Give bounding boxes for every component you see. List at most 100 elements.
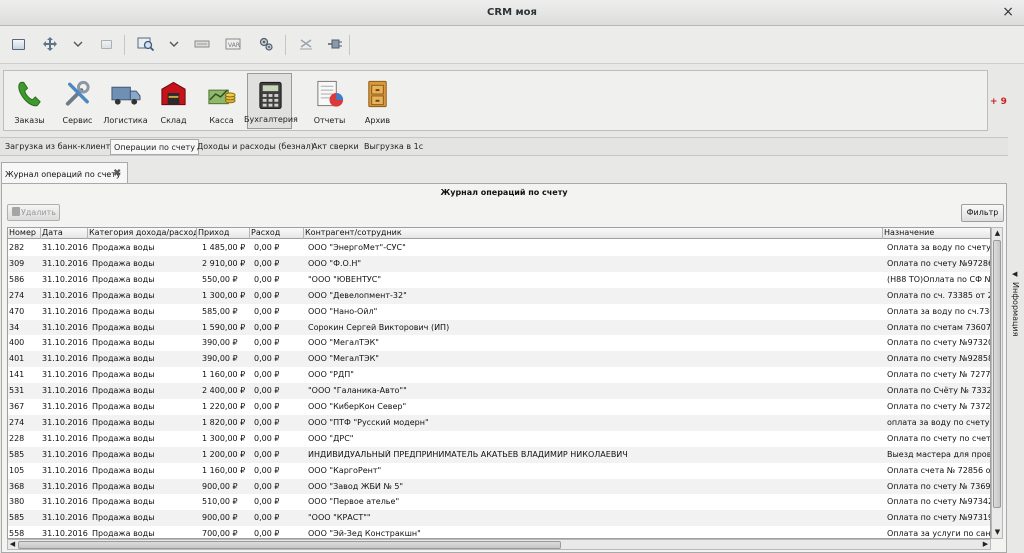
scroll-up-icon[interactable]: ▲ <box>993 229 1002 238</box>
table-row[interactable]: 105 31.10.2016 Продажа воды 1 160,00 ₽ 0,00 … <box>8 463 990 479</box>
subtab-account-operations[interactable]: Операции по счету <box>110 139 199 155</box>
plugin-icon[interactable] <box>326 35 344 53</box>
column-header[interactable]: Дата <box>41 228 88 239</box>
table-row[interactable]: 531 31.10.2016 Продажа воды 2 400,00 ₽ 0,00 … <box>8 383 990 399</box>
table-cell: 31.10.2016 <box>42 258 88 268</box>
table-cell: Продажа воды <box>92 258 155 268</box>
table-row[interactable]: 282 31.10.2016 Продажа воды 1 485,00 ₽ 0,00 … <box>8 240 990 256</box>
module-service[interactable]: Сервис <box>55 73 100 129</box>
toolbar-separator <box>349 35 350 55</box>
column-header[interactable]: Расход <box>250 228 304 239</box>
chevron-down-icon[interactable] <box>69 35 87 53</box>
close-tab-icon[interactable]: ✖ <box>113 168 121 179</box>
close-icon[interactable]: × <box>1002 5 1014 19</box>
subtab-reconciliation[interactable]: Акт сверки <box>309 139 362 155</box>
table-row[interactable]: 274 31.10.2016 Продажа воды 1 300,00 ₽ 0,00 … <box>8 287 990 304</box>
table-cell: 0,00 ₽ <box>254 370 280 380</box>
table-cell: 531 <box>9 386 25 396</box>
card-icon[interactable]: VAR <box>224 35 242 53</box>
table-row[interactable]: 585 31.10.2016 Продажа воды 900,00 ₽ 0,00 ₽ "… <box>8 510 990 527</box>
scroll-left-icon[interactable]: ◀ <box>8 540 17 549</box>
module-cash[interactable]: Касса <box>199 73 244 129</box>
table-cell: 31.10.2016 <box>42 290 88 300</box>
module-reports[interactable]: Отчеты <box>307 73 352 129</box>
module-accounting[interactable]: Бухгалтерия <box>244 73 298 129</box>
table-cell: ООО "ПТФ "Русский модерн" <box>308 417 429 427</box>
module-orders[interactable]: Заказы <box>7 73 52 129</box>
table-cell: Оплата по счету №972867 о <box>887 258 990 268</box>
subtab-bank-client-import[interactable]: Загрузка из банк-клиента <box>2 139 118 155</box>
table-cell: ООО "КиберКон Север" <box>308 402 407 411</box>
document-tab[interactable]: Журнал операций по счету ✖ <box>1 162 128 184</box>
scroll-down-icon[interactable]: ▼ <box>993 528 1002 537</box>
move-icon[interactable] <box>41 35 59 53</box>
scroll-thumb[interactable] <box>993 240 1001 508</box>
table-cell: 1 160,00 ₽ <box>202 465 246 475</box>
table-cell: Оплата по счету № 73699 о <box>887 481 991 491</box>
vertical-scrollbar[interactable]: ▲ ▼ <box>991 227 1003 539</box>
column-header[interactable]: Категория дохода/расхода <box>88 228 197 239</box>
table-row[interactable]: 586 31.10.2016 Продажа воды 550,00 ₽ 0,00 ₽ "… <box>8 272 990 288</box>
module-logistics[interactable]: Логистика <box>103 73 148 129</box>
column-header[interactable]: Контрагент/сотрудник <box>304 228 883 239</box>
table-row[interactable]: 367 31.10.2016 Продажа воды 1 220,00 ₽ 0,00 … <box>8 399 990 415</box>
table-cell: Продажа воды <box>92 243 155 252</box>
column-header[interactable]: Назначение <box>883 228 990 239</box>
table-row[interactable]: 34 31.10.2016 Продажа воды 1 590,00 ₽ 0,00 ₽… <box>8 319 990 336</box>
info-panel-label: Информация <box>1011 282 1020 337</box>
column-header[interactable]: Номер <box>8 228 41 239</box>
table-row[interactable]: 470 31.10.2016 Продажа воды 585,00 ₽ 0,00 ₽ О… <box>8 304 990 320</box>
column-header[interactable]: Приход <box>197 228 250 239</box>
window-icon[interactable] <box>9 35 27 53</box>
delete-button[interactable]: Удалить <box>7 204 60 221</box>
table-cell: 1 160,00 ₽ <box>202 370 246 380</box>
subtab-export-1c[interactable]: Выгрузка в 1с <box>361 139 426 155</box>
module-label: Заказы <box>14 116 45 125</box>
table-cell: Оплата по счету №973429 о <box>887 497 990 507</box>
keyboard-icon[interactable] <box>193 35 211 53</box>
operations-table: Номер Дата Категория дохода/расхода Прих… <box>7 227 991 539</box>
expand-arrow-icon[interactable]: ◀ <box>1012 270 1017 278</box>
trash-icon <box>12 207 20 216</box>
scroll-right-icon[interactable]: ▶ <box>981 540 990 549</box>
table-cell: Продажа воды <box>92 529 155 539</box>
report-chart-icon <box>317 80 344 107</box>
table-cell: 2 400,00 ₽ <box>202 386 246 396</box>
table-row[interactable]: 228 31.10.2016 Продажа воды 1 300,00 ₽ 0,00 … <box>8 431 990 447</box>
table-row[interactable]: 368 31.10.2016 Продажа воды 900,00 ₽ 0,00 ₽ О… <box>8 478 991 495</box>
table-cell: 31.10.2016 <box>42 243 88 252</box>
table-cell: 558 <box>9 529 25 539</box>
clear-icon[interactable] <box>297 35 315 53</box>
table-row[interactable]: 274 31.10.2016 Продажа воды 1 820,00 ₽ 0,00 … <box>8 414 990 431</box>
subtab-income-expenses[interactable]: Доходы и расходы (безнал) <box>194 139 317 155</box>
horizontal-scrollbar[interactable]: ◀ ▶ <box>7 539 991 550</box>
cash-icon <box>208 89 236 105</box>
table-cell: 470 <box>9 306 25 316</box>
table-row[interactable]: 309 31.10.2016 Продажа воды 2 910,00 ₽ 0,00 … <box>8 255 990 272</box>
table-row[interactable]: 380 31.10.2016 Продажа воды 510,00 ₽ 0,00 ₽ О… <box>8 494 990 510</box>
warehouse-icon <box>161 81 186 106</box>
notification-counter[interactable]: + 9 <box>990 97 1007 107</box>
table-cell: Продажа воды <box>92 402 155 411</box>
table-cell: 31.10.2016 <box>42 322 88 332</box>
filter-button[interactable]: Фильтр <box>961 204 1004 222</box>
table-row[interactable]: 141 31.10.2016 Продажа воды 1 160,00 ₽ 0,00 … <box>8 367 990 383</box>
scroll-thumb[interactable] <box>18 541 561 549</box>
settings-icon[interactable] <box>257 35 275 53</box>
table-cell: 586 <box>9 274 25 284</box>
journal-panel: Журнал операций по счету Удалить Фильтр … <box>1 183 1007 553</box>
table-row[interactable]: 400 31.10.2016 Продажа воды 390,00 ₽ 0,00 ₽ О… <box>8 335 990 351</box>
module-warehouse[interactable]: Склад <box>151 73 196 129</box>
copy-icon[interactable] <box>97 35 115 53</box>
table-cell: 0,00 ₽ <box>254 481 280 491</box>
table-row[interactable]: 401 31.10.2016 Продажа воды 390,00 ₽ 0,00 ₽ О… <box>8 351 990 368</box>
table-cell: 274 <box>9 290 25 300</box>
info-side-panel[interactable]: ◀ Информация <box>1008 270 1024 354</box>
table-cell: 31.10.2016 <box>42 338 88 348</box>
table-row[interactable]: 558 31.10.2016 Продажа воды 700,00 ₽ 0,00 ₽ О… <box>8 526 990 539</box>
table-row[interactable]: 585 31.10.2016 Продажа воды 1 200,00 ₽ 0,00 … <box>8 446 990 463</box>
module-archive[interactable]: Архив <box>355 73 400 129</box>
chevron-down-icon[interactable] <box>165 35 183 53</box>
table-cell: ООО "Нано-Ойл" <box>308 306 378 316</box>
zoom-table-icon[interactable] <box>137 35 155 53</box>
